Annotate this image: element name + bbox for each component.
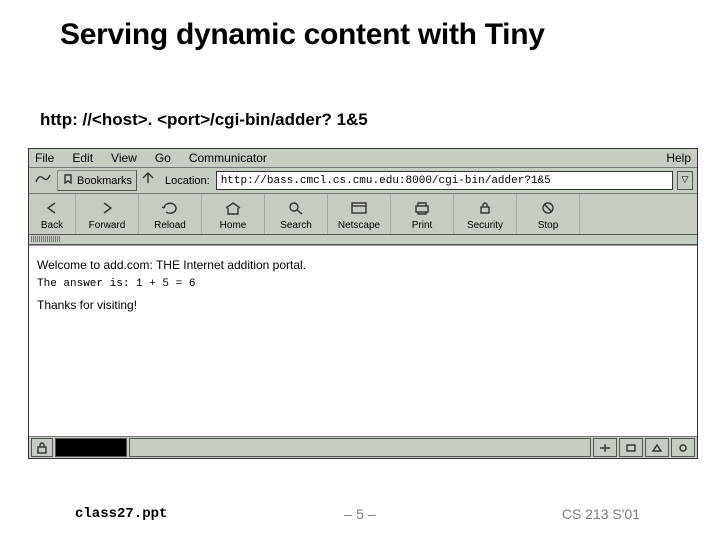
netscape-icon xyxy=(328,196,390,220)
content-answer: The answer is: 1 + 5 = 6 xyxy=(37,278,689,291)
location-input[interactable] xyxy=(216,171,673,190)
slide: Serving dynamic content with Tiny http: … xyxy=(0,0,720,540)
status-tray-icon-3[interactable] xyxy=(645,438,669,457)
reload-button[interactable]: Reload xyxy=(139,194,202,234)
reload-label: Reload xyxy=(139,220,201,231)
stop-icon xyxy=(517,196,579,220)
back-icon xyxy=(29,196,75,220)
status-bar xyxy=(29,436,697,458)
security-label: Security xyxy=(454,220,516,231)
status-progress xyxy=(55,438,127,457)
app-icon xyxy=(33,170,53,191)
slide-title: Serving dynamic content with Tiny xyxy=(60,18,545,52)
back-label: Back xyxy=(29,220,75,231)
status-message xyxy=(129,438,591,457)
print-button[interactable]: Print xyxy=(391,194,454,234)
toolbar: Back Forward Reload Home Search Netscape xyxy=(29,194,697,235)
content-thanks: Thanks for visiting! xyxy=(37,298,689,312)
lock-icon xyxy=(454,196,516,220)
browser-window: File Edit View Go Communicator Help Book… xyxy=(28,148,698,459)
netscape-button[interactable]: Netscape xyxy=(328,194,391,234)
search-label: Search xyxy=(265,220,327,231)
location-icon xyxy=(141,171,155,190)
forward-button[interactable]: Forward xyxy=(76,194,139,234)
netscape-label: Netscape xyxy=(328,220,390,231)
menu-go[interactable]: Go xyxy=(155,151,171,165)
menu-file[interactable]: File xyxy=(35,151,54,165)
stop-button[interactable]: Stop xyxy=(517,194,580,234)
location-label: Location: xyxy=(165,175,210,187)
menu-communicator[interactable]: Communicator xyxy=(189,151,267,165)
menu-view[interactable]: View xyxy=(111,151,137,165)
status-tray-icon-1[interactable] xyxy=(593,438,617,457)
home-label: Home xyxy=(202,220,264,231)
status-tray-icon-2[interactable] xyxy=(619,438,643,457)
bookmarks-button[interactable]: Bookmarks xyxy=(57,170,137,191)
location-bar: Bookmarks Location: ▽ xyxy=(29,168,697,194)
search-icon xyxy=(265,196,327,220)
bookmarks-label: Bookmarks xyxy=(77,175,132,187)
print-icon xyxy=(391,196,453,220)
status-lock-icon xyxy=(31,438,53,457)
security-button[interactable]: Security xyxy=(454,194,517,234)
page-content: Welcome to add.com: THE Internet additio… xyxy=(29,245,697,436)
forward-icon xyxy=(76,196,138,220)
stop-label: Stop xyxy=(517,220,579,231)
reload-icon xyxy=(139,196,201,220)
print-label: Print xyxy=(391,220,453,231)
location-dropdown[interactable]: ▽ xyxy=(677,171,693,190)
status-tray-icon-4[interactable] xyxy=(671,438,695,457)
status-tray xyxy=(593,438,695,457)
back-button[interactable]: Back xyxy=(29,194,76,234)
content-welcome: Welcome to add.com: THE Internet additio… xyxy=(37,258,689,272)
forward-label: Forward xyxy=(76,220,138,231)
menu-edit[interactable]: Edit xyxy=(72,151,93,165)
footer-right: CS 213 S'01 xyxy=(562,506,640,522)
bookmarks-icon xyxy=(62,173,74,188)
menubar: File Edit View Go Communicator Help xyxy=(29,149,697,168)
toolbar-grip xyxy=(29,236,697,245)
menu-help[interactable]: Help xyxy=(666,151,691,165)
search-button[interactable]: Search xyxy=(265,194,328,234)
url-example-text: http: //<host>. <port>/cgi-bin/adder? 1&… xyxy=(40,110,368,130)
home-button[interactable]: Home xyxy=(202,194,265,234)
home-icon xyxy=(202,196,264,220)
